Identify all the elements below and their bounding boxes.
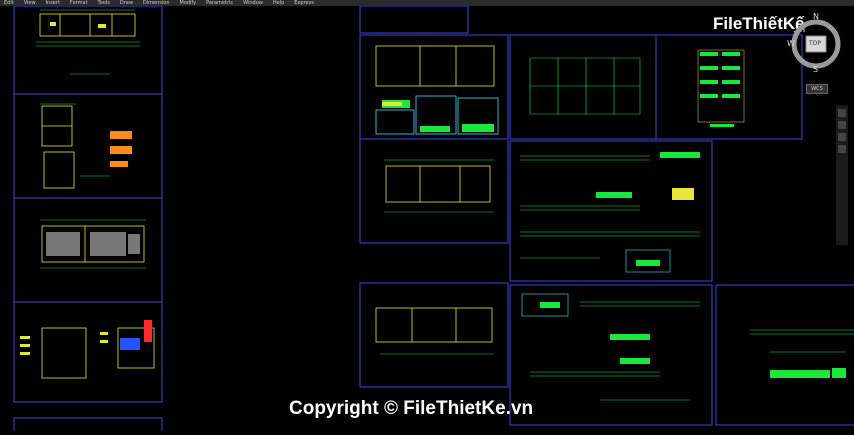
sheet-4 <box>13 301 163 403</box>
navigation-bar[interactable] <box>836 105 848 245</box>
sheet-14 <box>715 284 854 426</box>
drawing-canvas[interactable] <box>0 5 854 435</box>
sheet-12 <box>359 282 509 388</box>
zoom-icon[interactable] <box>838 121 846 129</box>
sheet-9 <box>655 34 803 140</box>
wcs-label: WCS <box>811 86 823 92</box>
sheet-5 <box>13 417 163 435</box>
viewcube[interactable]: N W S TOP <box>787 12 844 76</box>
pan-icon[interactable] <box>838 109 846 117</box>
sheet-11 <box>509 140 713 282</box>
viewcube-top[interactable]: TOP <box>809 40 821 47</box>
sheet-7 <box>359 34 509 140</box>
wcs-menu[interactable]: WCS <box>806 84 828 94</box>
sheet-2 <box>13 93 163 199</box>
sheet-10 <box>359 138 509 244</box>
sheet-6 <box>359 5 469 34</box>
sheet-8 <box>509 34 657 140</box>
showmotion-icon[interactable] <box>838 145 846 153</box>
viewcube-n[interactable]: N <box>813 12 819 21</box>
sheet-1 <box>13 5 163 95</box>
viewcube-s[interactable]: S <box>813 65 818 74</box>
copyright-watermark: Copyright © FileThietKe.vn <box>289 398 534 419</box>
orbit-icon[interactable] <box>838 133 846 141</box>
viewcube-w[interactable]: W <box>787 39 795 48</box>
drawing-sheets <box>13 5 854 435</box>
